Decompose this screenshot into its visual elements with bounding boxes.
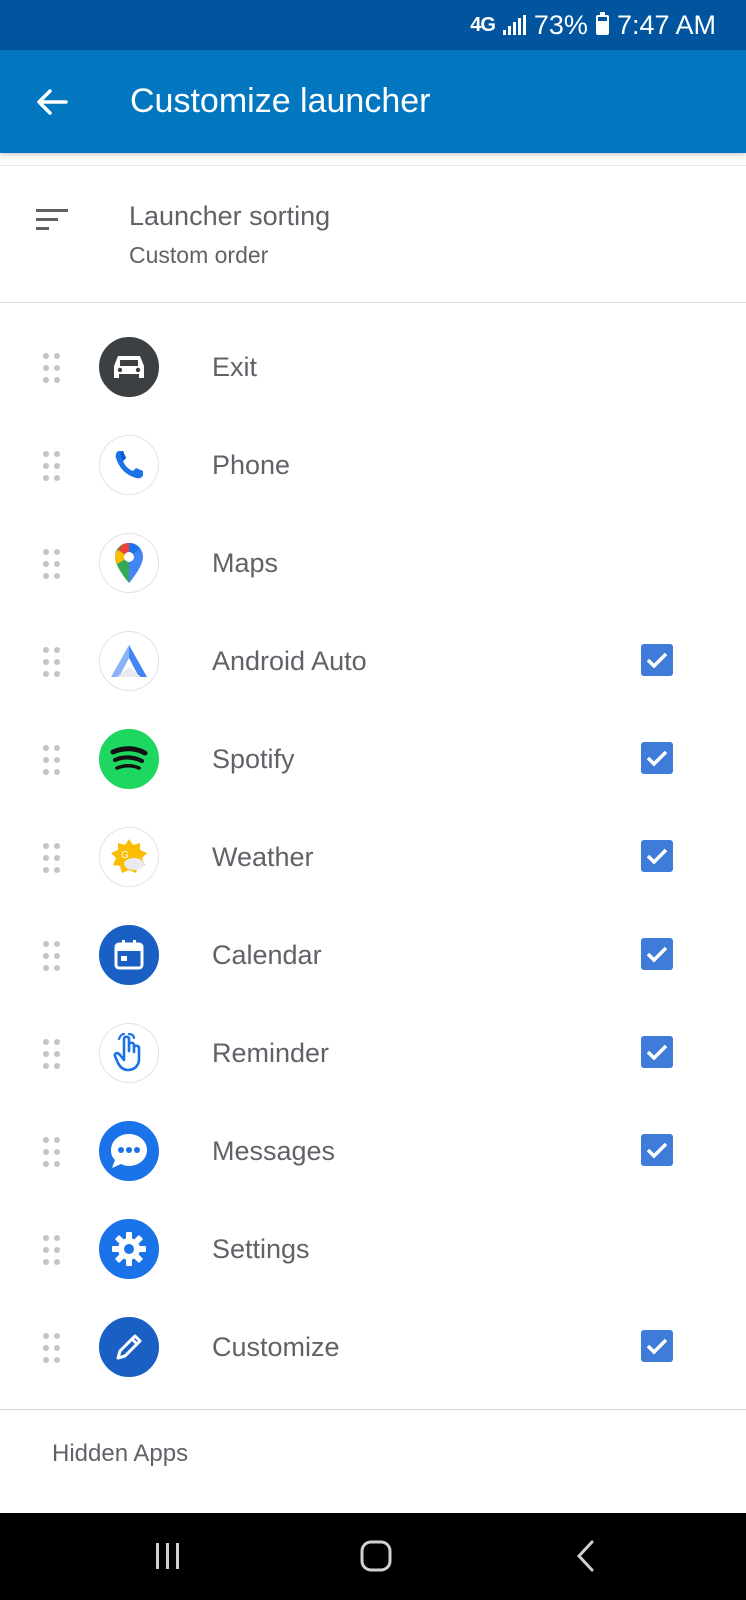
system-nav-bar <box>0 1513 746 1600</box>
status-time: 7:47 AM <box>616 9 716 40</box>
checkmark-icon <box>646 1338 668 1355</box>
launcher-sorting-setting[interactable]: Launcher sorting Custom order <box>0 165 746 303</box>
drag-handle-icon[interactable] <box>43 451 61 481</box>
visibility-checkbox[interactable] <box>641 1036 673 1068</box>
page-title: Customize launcher <box>130 82 431 120</box>
spotify-icon <box>99 729 159 789</box>
arrow-left-icon <box>37 89 68 115</box>
phone-icon <box>99 435 159 495</box>
app-row-maps[interactable]: Maps <box>0 514 746 612</box>
app-bar: Customize launcher <box>0 50 746 153</box>
visibility-checkbox[interactable] <box>641 840 673 872</box>
app-label: Maps <box>212 548 279 578</box>
app-row-spotify[interactable]: Spotify <box>0 710 746 808</box>
app-row-messages[interactable]: Messages <box>0 1102 746 1200</box>
nav-back-button[interactable] <box>556 1531 616 1581</box>
maps-pin-icon <box>99 533 159 593</box>
weather-icon: G <box>99 827 159 887</box>
drag-handle-icon[interactable] <box>43 843 61 873</box>
android-auto-icon <box>99 631 159 691</box>
drag-handle-icon[interactable] <box>43 353 61 383</box>
drag-handle-icon[interactable] <box>43 549 61 579</box>
pencil-icon <box>99 1317 159 1377</box>
launcher-sorting-value: Custom order <box>129 242 269 268</box>
car-icon <box>99 337 159 397</box>
sort-icon <box>36 209 68 230</box>
status-indicators: 4G 73% 7:47 AM <box>470 0 716 50</box>
app-row-android-auto[interactable]: Android Auto <box>0 612 746 710</box>
reminder-hand-icon <box>99 1023 159 1083</box>
app-list: Exit Phone Maps Android Auto Spotify G W… <box>0 318 746 1396</box>
drag-handle-icon[interactable] <box>43 1137 61 1167</box>
divider <box>0 1409 746 1410</box>
app-label: Spotify <box>212 744 295 774</box>
drag-handle-icon[interactable] <box>43 1235 61 1265</box>
drag-handle-icon[interactable] <box>43 647 61 677</box>
app-label: Messages <box>212 1136 336 1166</box>
app-label: Settings <box>212 1234 310 1264</box>
app-label: Reminder <box>212 1038 330 1068</box>
app-row-phone[interactable]: Phone <box>0 416 746 514</box>
messages-icon <box>99 1121 159 1181</box>
recents-button[interactable] <box>138 1531 198 1581</box>
drag-handle-icon[interactable] <box>43 745 61 775</box>
app-row-calendar[interactable]: Calendar <box>0 906 746 1004</box>
checkmark-icon <box>646 652 668 669</box>
app-label: Customize <box>212 1332 340 1362</box>
home-icon <box>360 1540 392 1572</box>
signal-icon <box>502 15 526 35</box>
status-bar: 4G 73% 7:47 AM <box>0 0 746 50</box>
back-chevron-icon <box>576 1540 594 1572</box>
visibility-checkbox[interactable] <box>641 938 673 970</box>
visibility-checkbox[interactable] <box>641 1134 673 1166</box>
checkmark-icon <box>646 1142 668 1159</box>
visibility-checkbox[interactable] <box>641 644 673 676</box>
drag-handle-icon[interactable] <box>43 1333 61 1363</box>
hidden-apps-header: Hidden Apps <box>52 1440 189 1467</box>
calendar-icon <box>99 925 159 985</box>
app-label: Calendar <box>212 940 322 970</box>
checkmark-icon <box>646 946 668 963</box>
app-row-customize[interactable]: Customize <box>0 1298 746 1396</box>
battery-icon <box>595 12 609 35</box>
app-row-settings[interactable]: Settings <box>0 1200 746 1298</box>
gear-icon <box>99 1219 159 1279</box>
app-label: Exit <box>212 352 258 382</box>
app-label: Phone <box>212 450 291 480</box>
app-label: Weather <box>212 842 314 872</box>
drag-handle-icon[interactable] <box>43 1039 61 1069</box>
checkmark-icon <box>646 1044 668 1061</box>
battery-percent: 73% <box>533 9 588 40</box>
checkmark-icon <box>646 848 668 865</box>
home-button[interactable] <box>346 1531 406 1581</box>
back-button[interactable] <box>30 80 74 124</box>
visibility-checkbox[interactable] <box>641 1330 673 1362</box>
drag-handle-icon[interactable] <box>43 941 61 971</box>
app-row-exit[interactable]: Exit <box>0 318 746 416</box>
recents-icon <box>156 1543 179 1569</box>
network-type: 4G <box>470 13 496 36</box>
app-row-reminder[interactable]: Reminder <box>0 1004 746 1102</box>
launcher-sorting-title: Launcher sorting <box>129 201 331 231</box>
app-label: Android Auto <box>212 646 367 676</box>
app-row-weather[interactable]: G Weather <box>0 808 746 906</box>
visibility-checkbox[interactable] <box>641 742 673 774</box>
checkmark-icon <box>646 750 668 767</box>
